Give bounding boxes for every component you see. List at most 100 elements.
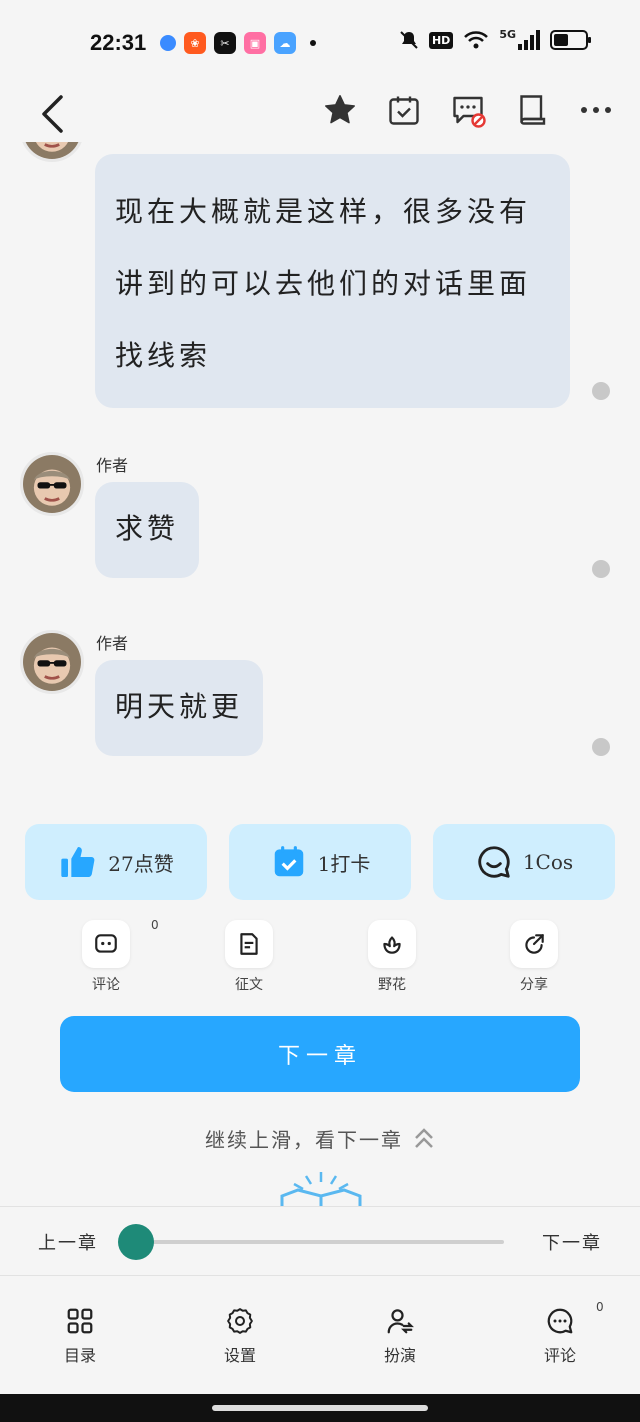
author-avatar[interactable] — [20, 630, 84, 694]
avatar-image — [23, 633, 81, 691]
tab-comments[interactable]: 评论 — [520, 1306, 600, 1366]
thumbs-up-icon — [61, 847, 95, 877]
calendar-checkin-button[interactable] — [386, 92, 422, 128]
network-type: 5G — [499, 27, 516, 41]
app-notification-icon — [160, 35, 176, 51]
favorite-button[interactable] — [322, 92, 358, 128]
message-bubble: 求赞 — [95, 482, 200, 578]
tab-catalog-label: 目录 — [63, 1346, 96, 1365]
essay-tool-label: 征文 — [235, 977, 263, 993]
tab-catalog[interactable]: 目录 — [40, 1306, 120, 1366]
comment-tool-count: 0 — [151, 918, 159, 932]
star-icon — [325, 95, 355, 124]
app-bilibili-icon: ▣ — [244, 32, 266, 54]
prev-chapter-link[interactable]: 上一章 — [38, 1229, 98, 1255]
status-time: 22:31 — [90, 30, 147, 55]
double-chevron-up-icon — [415, 1127, 433, 1148]
document-icon — [240, 933, 258, 955]
comment-disabled-icon — [453, 96, 486, 128]
comment-tool-box[interactable] — [82, 920, 130, 968]
next-chapter-link[interactable]: 下一章 — [542, 1229, 602, 1255]
status-indicators: HD 5G — [399, 27, 591, 50]
share-tool[interactable]: 分享 — [494, 920, 574, 994]
chat-smile-icon — [478, 846, 510, 878]
read-indicator — [592, 382, 610, 400]
calendar-check-icon — [389, 96, 419, 125]
comment-tool[interactable]: 评论 — [66, 920, 146, 994]
message-bubble: 明天就更 — [95, 660, 264, 756]
swipe-hint-label: 继续上滑，看下一章 — [205, 1128, 403, 1152]
app-capcut-icon: ✂ — [214, 32, 236, 54]
more-notifications-dot — [310, 40, 316, 46]
battery-fill — [554, 34, 568, 46]
signal-icon — [518, 30, 540, 50]
chapter-slider-knob[interactable] — [118, 1224, 154, 1260]
more-button[interactable] — [578, 92, 614, 128]
back-button[interactable] — [32, 90, 72, 138]
share-tool-label: 分享 — [520, 977, 548, 993]
comment-icon — [547, 1308, 573, 1334]
tab-comments-count: 0 — [596, 1300, 604, 1314]
tool-row: 评论 征文 野花 分享 — [0, 920, 640, 1000]
checkin-button[interactable]: 1打卡 — [229, 824, 411, 900]
hd-badge: HD — [428, 31, 454, 49]
more-dots-icon — [581, 107, 611, 113]
flower-tool[interactable]: 野花 — [352, 920, 432, 994]
grid-icon — [67, 1308, 93, 1334]
share-icon — [525, 934, 544, 954]
tab-roleplay-label: 扮演 — [383, 1346, 416, 1365]
avatar-image — [23, 455, 81, 513]
author-avatar[interactable] — [20, 452, 84, 516]
essay-tool[interactable]: 征文 — [209, 920, 289, 994]
mute-bell-icon — [400, 31, 418, 49]
read-indicator — [592, 738, 610, 756]
open-book-illustration — [276, 1170, 366, 1208]
like-count-label: 27点赞 — [108, 851, 174, 876]
cos-count-label: 1Cos — [522, 850, 574, 874]
flower-tool-box[interactable] — [368, 920, 416, 968]
read-indicator — [592, 560, 610, 578]
share-tool-box[interactable] — [510, 920, 558, 968]
chapter-progress-bar: 上一章 下一章 — [0, 1206, 640, 1276]
book-info-button[interactable] — [514, 92, 550, 128]
open-book-icon — [280, 1172, 362, 1208]
gear-icon — [227, 1308, 253, 1334]
wifi-icon — [464, 31, 489, 49]
nav-actions — [322, 92, 614, 128]
tab-comments-label: 评论 — [543, 1346, 576, 1365]
avatar-image — [23, 142, 81, 159]
checkin-count-label: 1打卡 — [317, 851, 371, 876]
cos-button[interactable]: 1Cos — [433, 824, 615, 900]
author-tag: 作者 — [96, 456, 129, 475]
battery-icon — [550, 30, 591, 50]
chat-area: 现在大概就是这样，很多没有讲到的可以去他们的对话里面找线索 作者 求赞 作者 明… — [0, 142, 640, 802]
tab-settings[interactable]: 设置 — [200, 1306, 280, 1366]
nav-bar — [0, 86, 640, 142]
author-avatar[interactable] — [20, 142, 84, 162]
chevron-left-icon — [42, 95, 63, 133]
chapter-slider-track[interactable] — [136, 1240, 504, 1244]
status-bar: 22:31 ❀ ✂ ▣ ☁ HD 5G — [0, 0, 640, 86]
comments-off-button[interactable] — [450, 92, 486, 128]
action-row: 27点赞 1打卡 1Cos — [25, 824, 615, 900]
bottom-tab-bar: 目录 设置 扮演 评论 0 — [0, 1276, 640, 1394]
tab-settings-label: 设置 — [223, 1346, 256, 1365]
tab-roleplay[interactable]: 扮演 — [360, 1306, 440, 1366]
comment-icon — [95, 934, 117, 953]
swipe-hint: 继续上滑，看下一章 — [0, 1124, 640, 1153]
flower-icon — [383, 936, 401, 954]
author-tag: 作者 — [96, 634, 129, 653]
app-kuaishou-icon: ❀ — [184, 32, 206, 54]
user-switch-icon — [387, 1309, 414, 1334]
app-weather-icon: ☁ — [274, 32, 296, 54]
calendar-check-icon — [274, 846, 303, 877]
next-chapter-button[interactable]: 下一章 — [60, 1016, 580, 1092]
home-indicator[interactable] — [212, 1405, 428, 1411]
comment-tool-label: 评论 — [92, 977, 120, 993]
like-button[interactable]: 27点赞 — [25, 824, 207, 900]
flower-tool-label: 野花 — [378, 977, 406, 993]
status-app-icons: ❀ ✂ ▣ ☁ — [160, 32, 316, 54]
essay-tool-box[interactable] — [225, 920, 273, 968]
message-bubble: 现在大概就是这样，很多没有讲到的可以去他们的对话里面找线索 — [95, 154, 570, 408]
book-icon — [520, 95, 546, 125]
